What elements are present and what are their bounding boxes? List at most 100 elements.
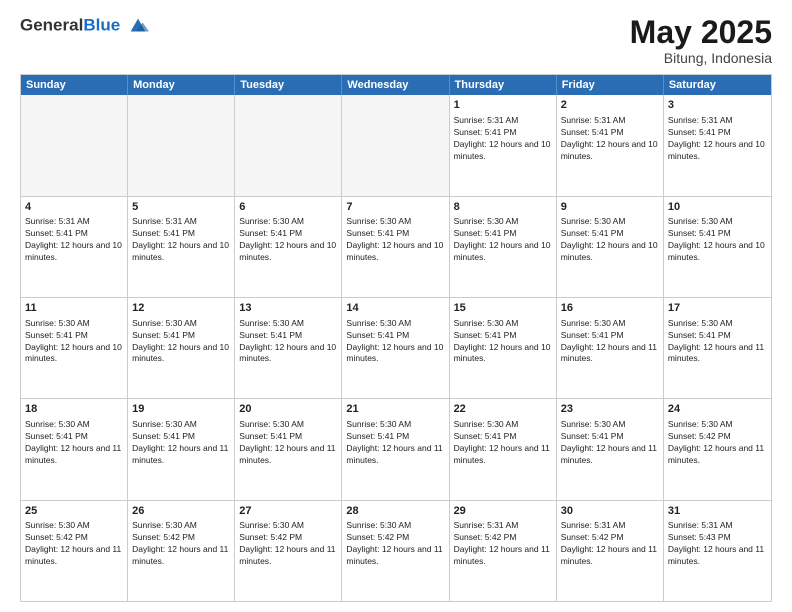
- cell-info: Sunrise: 5:30 AMSunset: 5:41 PMDaylight:…: [132, 419, 230, 467]
- cell-info: Sunrise: 5:30 AMSunset: 5:42 PMDaylight:…: [239, 520, 337, 568]
- cell-info: Sunrise: 5:30 AMSunset: 5:41 PMDaylight:…: [454, 216, 552, 264]
- cell-info: Sunrise: 5:31 AMSunset: 5:42 PMDaylight:…: [454, 520, 552, 568]
- cell-info: Sunrise: 5:31 AMSunset: 5:43 PMDaylight:…: [668, 520, 767, 568]
- day-number: 12: [132, 301, 230, 316]
- cal-week-1: 1 Sunrise: 5:31 AMSunset: 5:41 PMDaylight…: [21, 95, 771, 195]
- cal-cell: 20 Sunrise: 5:30 AMSunset: 5:41 PMDayligh…: [235, 399, 342, 499]
- cell-info: Sunrise: 5:30 AMSunset: 5:42 PMDaylight:…: [346, 520, 444, 568]
- day-number: 31: [668, 504, 767, 519]
- cell-info: Sunrise: 5:30 AMSunset: 5:41 PMDaylight:…: [239, 419, 337, 467]
- day-number: 11: [25, 301, 123, 316]
- cal-cell: 9Sunrise: 5:30 AMSunset: 5:41 PMDaylight…: [557, 197, 664, 297]
- cell-info: Sunrise: 5:30 AMSunset: 5:41 PMDaylight:…: [25, 318, 123, 366]
- cal-cell: 29Sunrise: 5:31 AMSunset: 5:42 PMDayligh…: [450, 501, 557, 601]
- cal-header-friday: Friday: [557, 75, 664, 95]
- cell-info: Sunrise: 5:30 AMSunset: 5:41 PMDaylight:…: [346, 419, 444, 467]
- cal-cell: 30Sunrise: 5:31 AMSunset: 5:42 PMDayligh…: [557, 501, 664, 601]
- cal-cell: 13 Sunrise: 5:30 AMSunset: 5:41 PMDayligh…: [235, 298, 342, 398]
- day-number: 24: [668, 402, 767, 417]
- header: GeneralBlue May 2025 Bitung, Indonesia: [20, 15, 772, 66]
- day-number: 28: [346, 504, 444, 519]
- cell-info: Sunrise: 5:31 AMSunset: 5:41 PMDaylight:…: [25, 216, 123, 264]
- cell-info: Sunrise: 5:31 AMSunset: 5:42 PMDaylight:…: [561, 520, 659, 568]
- title-block: May 2025 Bitung, Indonesia: [630, 15, 772, 66]
- day-number: 2: [561, 98, 659, 113]
- cell-info: Sunrise: 5:30 AMSunset: 5:41 PMDaylight:…: [561, 318, 659, 366]
- cal-cell: [128, 95, 235, 195]
- cal-cell: 26Sunrise: 5:30 AMSunset: 5:42 PMDayligh…: [128, 501, 235, 601]
- day-number: 29: [454, 504, 552, 519]
- day-number: 14: [346, 301, 444, 316]
- day-number: 17: [668, 301, 767, 316]
- day-number: 8: [454, 200, 552, 215]
- cell-info: Sunrise: 5:30 AMSunset: 5:41 PMDaylight:…: [668, 216, 767, 264]
- cell-info: Sunrise: 5:30 AMSunset: 5:41 PMDaylight:…: [668, 318, 767, 366]
- cal-cell: 28Sunrise: 5:30 AMSunset: 5:42 PMDayligh…: [342, 501, 449, 601]
- day-number: 7: [346, 200, 444, 215]
- logo-text: GeneralBlue: [20, 15, 149, 37]
- calendar: SundayMondayTuesdayWednesdayThursdayFrid…: [20, 74, 772, 602]
- calendar-header: SundayMondayTuesdayWednesdayThursdayFrid…: [21, 75, 771, 95]
- cell-info: Sunrise: 5:31 AMSunset: 5:41 PMDaylight:…: [561, 115, 659, 163]
- cal-cell: 2 Sunrise: 5:31 AMSunset: 5:41 PMDaylight…: [557, 95, 664, 195]
- cal-cell: 1 Sunrise: 5:31 AMSunset: 5:41 PMDaylight…: [450, 95, 557, 195]
- cal-cell: 23 Sunrise: 5:30 AMSunset: 5:41 PMDayligh…: [557, 399, 664, 499]
- cell-info: Sunrise: 5:30 AMSunset: 5:41 PMDaylight:…: [454, 318, 552, 366]
- cal-cell: 4Sunrise: 5:31 AMSunset: 5:41 PMDaylight…: [21, 197, 128, 297]
- cal-header-monday: Monday: [128, 75, 235, 95]
- logo-blue: Blue: [83, 15, 120, 34]
- cal-header-tuesday: Tuesday: [235, 75, 342, 95]
- cal-cell: 14Sunrise: 5:30 AMSunset: 5:41 PMDayligh…: [342, 298, 449, 398]
- day-number: 10: [668, 200, 767, 215]
- cell-info: Sunrise: 5:30 AMSunset: 5:41 PMDaylight:…: [561, 419, 659, 467]
- cell-info: Sunrise: 5:31 AMSunset: 5:41 PMDaylight:…: [454, 115, 552, 163]
- cal-cell: 21 Sunrise: 5:30 AMSunset: 5:41 PMDayligh…: [342, 399, 449, 499]
- cal-cell: 15Sunrise: 5:30 AMSunset: 5:41 PMDayligh…: [450, 298, 557, 398]
- cell-info: Sunrise: 5:30 AMSunset: 5:41 PMDaylight:…: [239, 318, 337, 366]
- cal-header-sunday: Sunday: [21, 75, 128, 95]
- day-number: 9: [561, 200, 659, 215]
- cal-header-saturday: Saturday: [664, 75, 771, 95]
- day-number: 19: [132, 402, 230, 417]
- day-number: 1: [454, 98, 552, 113]
- logo: GeneralBlue: [20, 15, 149, 37]
- cal-cell: [342, 95, 449, 195]
- cal-cell: 24 Sunrise: 5:30 AMSunset: 5:42 PMDayligh…: [664, 399, 771, 499]
- cal-cell: [21, 95, 128, 195]
- cal-cell: 10Sunrise: 5:30 AMSunset: 5:41 PMDayligh…: [664, 197, 771, 297]
- logo-icon: [127, 15, 149, 37]
- cell-info: Sunrise: 5:31 AMSunset: 5:41 PMDaylight:…: [668, 115, 767, 163]
- cal-week-2: 4Sunrise: 5:31 AMSunset: 5:41 PMDaylight…: [21, 196, 771, 297]
- day-number: 26: [132, 504, 230, 519]
- page: GeneralBlue May 2025 Bitung, Indonesia S…: [0, 0, 792, 612]
- day-number: 13: [239, 301, 337, 316]
- cal-week-5: 25Sunrise: 5:30 AMSunset: 5:42 PMDayligh…: [21, 500, 771, 601]
- cal-cell: 5Sunrise: 5:31 AMSunset: 5:41 PMDaylight…: [128, 197, 235, 297]
- cal-cell: 7Sunrise: 5:30 AMSunset: 5:41 PMDaylight…: [342, 197, 449, 297]
- cal-cell: 17 Sunrise: 5:30 AMSunset: 5:41 PMDayligh…: [664, 298, 771, 398]
- cell-info: Sunrise: 5:30 AMSunset: 5:42 PMDaylight:…: [668, 419, 767, 467]
- day-number: 23: [561, 402, 659, 417]
- calendar-body: 1 Sunrise: 5:31 AMSunset: 5:41 PMDaylight…: [21, 95, 771, 601]
- cell-info: Sunrise: 5:30 AMSunset: 5:42 PMDaylight:…: [25, 520, 123, 568]
- cal-cell: 25Sunrise: 5:30 AMSunset: 5:42 PMDayligh…: [21, 501, 128, 601]
- day-number: 20: [239, 402, 337, 417]
- cell-info: Sunrise: 5:30 AMSunset: 5:41 PMDaylight:…: [239, 216, 337, 264]
- cal-cell: 22Sunrise: 5:30 AMSunset: 5:41 PMDayligh…: [450, 399, 557, 499]
- cell-info: Sunrise: 5:31 AMSunset: 5:41 PMDaylight:…: [132, 216, 230, 264]
- cal-cell: 3 Sunrise: 5:31 AMSunset: 5:41 PMDaylight…: [664, 95, 771, 195]
- cal-header-wednesday: Wednesday: [342, 75, 449, 95]
- day-number: 30: [561, 504, 659, 519]
- day-number: 3: [668, 98, 767, 113]
- day-number: 21: [346, 402, 444, 417]
- cal-cell: 8Sunrise: 5:30 AMSunset: 5:41 PMDaylight…: [450, 197, 557, 297]
- day-number: 16: [561, 301, 659, 316]
- day-number: 22: [454, 402, 552, 417]
- cal-cell: 11 Sunrise: 5:30 AMSunset: 5:41 PMDayligh…: [21, 298, 128, 398]
- logo-general: General: [20, 15, 83, 34]
- day-number: 5: [132, 200, 230, 215]
- cal-cell: 19 Sunrise: 5:30 AMSunset: 5:41 PMDayligh…: [128, 399, 235, 499]
- cal-cell: 16 Sunrise: 5:30 AMSunset: 5:41 PMDayligh…: [557, 298, 664, 398]
- cell-info: Sunrise: 5:30 AMSunset: 5:41 PMDaylight:…: [25, 419, 123, 467]
- day-number: 4: [25, 200, 123, 215]
